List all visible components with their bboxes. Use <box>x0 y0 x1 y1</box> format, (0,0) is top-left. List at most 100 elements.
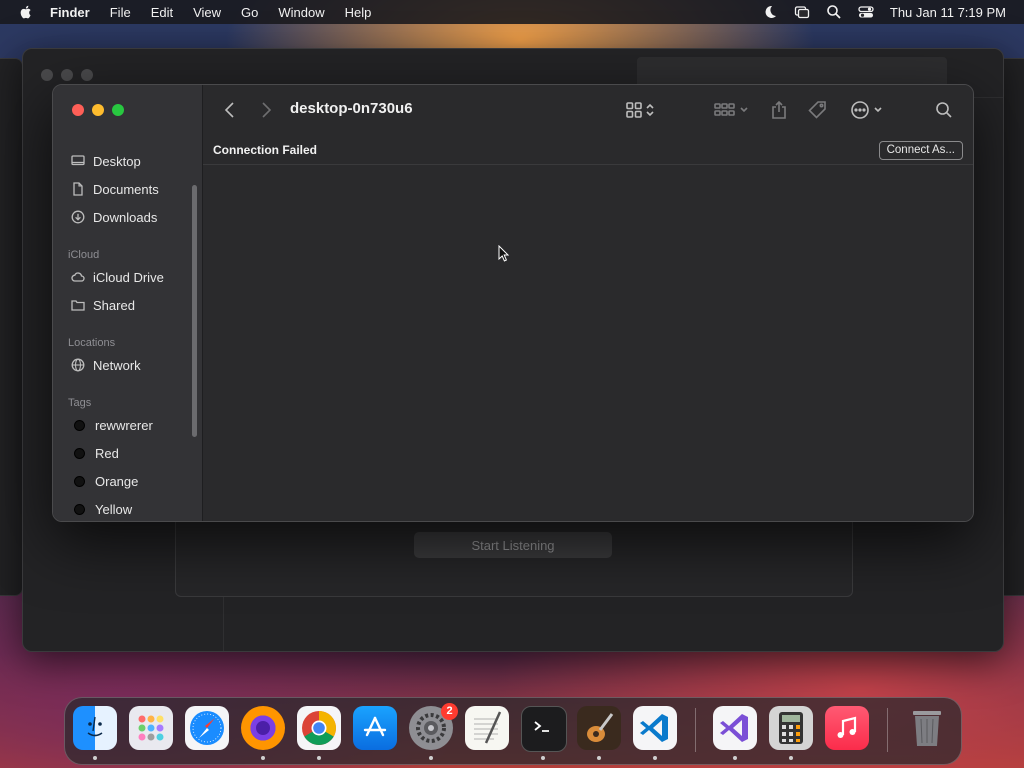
window-controls <box>72 104 124 116</box>
menu-go[interactable]: Go <box>241 5 258 20</box>
apple-menu-icon[interactable] <box>18 4 34 20</box>
view-mode-button[interactable] <box>625 99 655 121</box>
globe-icon <box>71 358 85 372</box>
group-icon <box>714 103 735 116</box>
tag-dot-icon <box>74 503 85 515</box>
shared-folder-icon <box>71 300 85 311</box>
sidebar-section-tags: Tags <box>68 397 92 409</box>
connection-status-message: Connection Failed <box>213 143 318 157</box>
sidebar-tag-red[interactable]: Red <box>53 439 202 467</box>
dock-running-indicator <box>93 756 97 760</box>
chevron-right-icon <box>262 102 272 118</box>
dock-separator <box>695 708 696 752</box>
dock-visual-studio-icon[interactable] <box>713 706 757 750</box>
grid-view-icon <box>626 102 642 118</box>
dock-running-indicator <box>541 756 545 760</box>
finder-sidebar: Desktop Documents Downloads iCloud iClou… <box>53 85 203 521</box>
background-window-left <box>0 58 23 596</box>
background-window-right <box>1002 58 1024 596</box>
zoom-button[interactable] <box>112 104 124 116</box>
background-window-controls <box>41 69 93 81</box>
sidebar-item-network[interactable]: Network <box>53 351 202 379</box>
dock-trash-icon[interactable] <box>905 706 949 750</box>
dock-garageband-icon[interactable] <box>577 706 621 750</box>
menu-bar: Finder File Edit View Go Window Help Thu… <box>0 0 1024 24</box>
menu-view[interactable]: View <box>193 5 221 20</box>
dock-terminal-icon[interactable] <box>521 706 567 752</box>
tag-dot-icon <box>74 447 85 459</box>
finder-content-area[interactable] <box>203 165 973 521</box>
action-menu-button[interactable] <box>850 99 883 121</box>
group-by-button[interactable] <box>713 99 749 121</box>
menu-edit[interactable]: Edit <box>151 5 173 20</box>
download-icon <box>71 210 85 224</box>
search-button[interactable] <box>935 99 953 121</box>
menu-clock[interactable]: Thu Jan 11 7:19 PM <box>890 5 1006 20</box>
sidebar-item-label: Network <box>93 357 141 373</box>
menu-help[interactable]: Help <box>345 5 372 20</box>
spotlight-search-icon[interactable] <box>826 4 842 20</box>
dock-chrome-icon[interactable] <box>297 706 341 750</box>
sidebar-tag-rewwrerer[interactable]: rewwrerer <box>53 411 202 439</box>
desktop-icon <box>71 155 85 166</box>
sidebar-item-label: Orange <box>95 473 139 489</box>
dock-finder-icon[interactable] <box>73 706 117 750</box>
sidebar-item-downloads[interactable]: Downloads <box>53 203 202 231</box>
dock-calculator-icon[interactable] <box>769 706 813 750</box>
sidebar-item-label: Red <box>95 445 119 461</box>
sidebar-section-icloud: iCloud <box>68 249 100 261</box>
menu-window[interactable]: Window <box>278 5 324 20</box>
control-center-icon[interactable] <box>858 4 874 20</box>
document-icon <box>73 182 83 196</box>
dock: 2 <box>64 697 962 765</box>
sidebar-item-shared[interactable]: Shared <box>53 291 202 319</box>
dock-running-indicator <box>733 756 737 760</box>
dock-music-icon[interactable] <box>825 706 869 750</box>
menu-file[interactable]: File <box>110 5 131 20</box>
dock-running-indicator <box>317 756 321 760</box>
sidebar-item-documents[interactable]: Documents <box>53 175 202 203</box>
sidebar-item-icloud-drive[interactable]: iCloud Drive <box>53 263 202 291</box>
dock-vscode-icon[interactable] <box>633 706 677 750</box>
start-listening-button[interactable]: Start Listening <box>414 532 612 558</box>
dock-safari-icon[interactable] <box>185 706 229 750</box>
chevron-down-icon <box>874 107 882 113</box>
sidebar-item-desktop[interactable]: Desktop <box>53 147 202 175</box>
sidebar-tag-orange[interactable]: Orange <box>53 467 202 495</box>
chevron-left-icon <box>224 102 234 118</box>
dock-running-indicator <box>429 756 433 760</box>
settings-notification-badge: 2 <box>441 703 458 720</box>
dock-firefox-icon[interactable] <box>241 706 285 750</box>
screen-mirroring-icon[interactable] <box>794 4 810 20</box>
dock-running-indicator <box>653 756 657 760</box>
forward-button[interactable] <box>259 99 273 121</box>
sidebar-item-label: iCloud Drive <box>93 269 164 285</box>
tag-dot-icon <box>74 475 85 487</box>
connect-as-button[interactable]: Connect As... <box>878 141 963 160</box>
sidebar-scrollbar[interactable] <box>192 185 197 437</box>
dock-running-indicator <box>597 756 601 760</box>
dock-launchpad-icon[interactable] <box>129 706 173 750</box>
search-icon <box>936 102 952 118</box>
dock-app-store-icon[interactable] <box>353 706 397 750</box>
sidebar-tag-yellow[interactable]: Yellow <box>53 495 202 521</box>
tags-button[interactable] <box>808 99 828 121</box>
tag-dot-icon <box>74 419 85 431</box>
sidebar-item-label: Shared <box>93 297 135 313</box>
back-button[interactable] <box>223 99 237 121</box>
ellipsis-circle-icon <box>851 101 869 119</box>
dock-textedit-icon[interactable] <box>465 706 509 750</box>
moon-icon[interactable] <box>762 4 778 20</box>
share-button[interactable] <box>770 99 788 121</box>
cloud-icon <box>71 272 85 282</box>
chevron-down-icon <box>740 107 748 113</box>
sidebar-item-label: Downloads <box>93 209 158 225</box>
sidebar-item-label: rewwrerer <box>95 417 153 433</box>
chevron-up-down-icon <box>646 103 654 117</box>
close-button[interactable] <box>72 104 84 116</box>
share-icon <box>772 100 786 119</box>
mouse-cursor-icon <box>498 245 510 262</box>
menu-app-name[interactable]: Finder <box>50 5 90 20</box>
dock-separator <box>887 708 888 752</box>
minimize-button[interactable] <box>92 104 104 116</box>
